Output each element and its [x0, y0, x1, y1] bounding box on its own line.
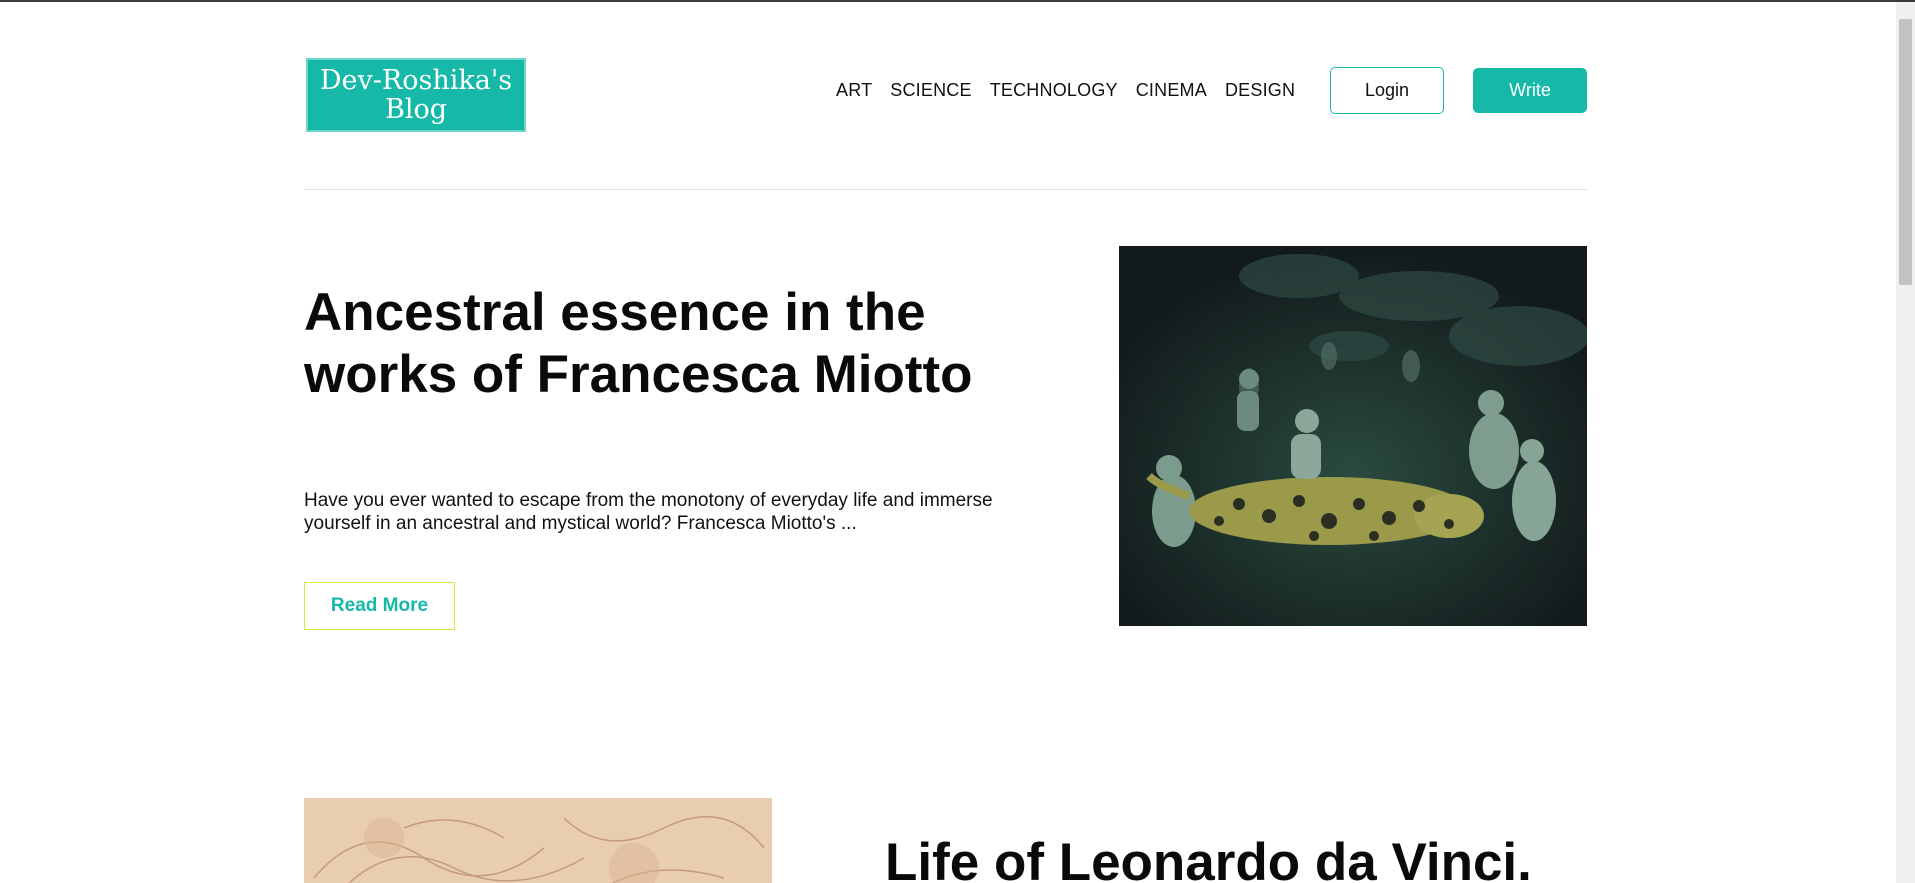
scrollbar-thumb[interactable] [1899, 19, 1912, 285]
page: Dev-Roshika's Blog ART SCIENCE TECHNOLOG… [0, 2, 1896, 883]
category-nav: ART SCIENCE TECHNOLOGY CINEMA DESIGN [836, 80, 1295, 101]
post-image[interactable] [304, 798, 772, 883]
sketch-image [304, 798, 772, 883]
post-excerpt: Have you ever wanted to escape from the … [304, 490, 993, 534]
nav-item-art[interactable]: ART [836, 80, 872, 101]
read-more-button[interactable]: Read More [304, 582, 455, 630]
site-logo[interactable]: Dev-Roshika's Blog [306, 58, 526, 132]
post-title[interactable]: Ancestral essence in the works of France… [304, 282, 1024, 406]
post-image[interactable] [1119, 246, 1587, 626]
vertical-scrollbar[interactable] [1896, 2, 1915, 883]
header-divider [304, 189, 1587, 190]
painting-image [1119, 246, 1587, 626]
post-title[interactable]: Life of Leonardo da Vinci. [885, 832, 1585, 883]
nav-item-science[interactable]: SCIENCE [890, 80, 971, 101]
nav-item-design[interactable]: DESIGN [1225, 80, 1295, 101]
logo-text: Dev-Roshika's Blog [319, 65, 513, 125]
nav-item-technology[interactable]: TECHNOLOGY [990, 80, 1118, 101]
nav-item-cinema[interactable]: CINEMA [1136, 80, 1207, 101]
write-button[interactable]: Write [1473, 68, 1587, 113]
login-button[interactable]: Login [1330, 67, 1444, 114]
